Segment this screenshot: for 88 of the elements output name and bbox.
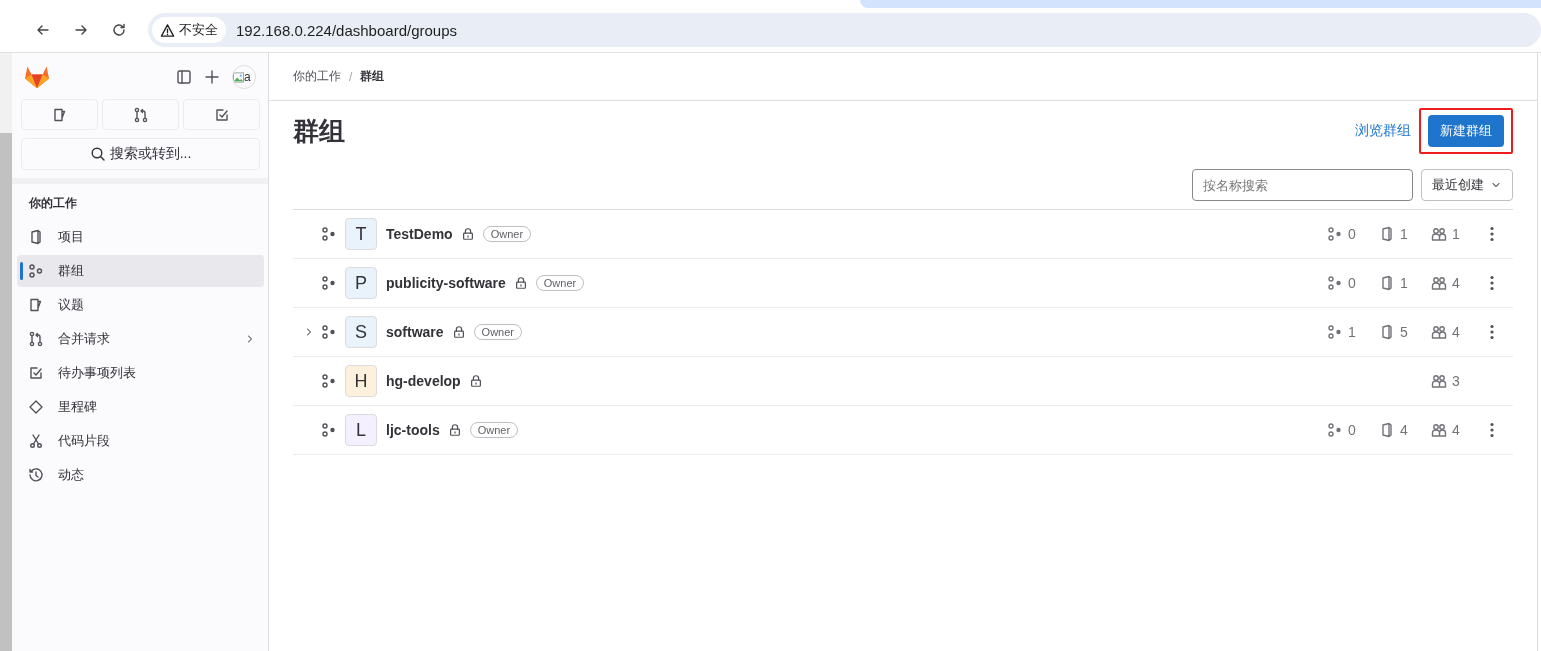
count: 4 bbox=[1400, 422, 1408, 438]
count: 0 bbox=[1348, 226, 1356, 242]
document-icon bbox=[28, 297, 44, 313]
security-chip[interactable]: 不安全 bbox=[152, 17, 226, 43]
issues-button[interactable] bbox=[21, 99, 98, 130]
breadcrumb-separator: / bbox=[349, 69, 353, 84]
project-icon bbox=[1379, 422, 1395, 438]
diamond-icon bbox=[28, 399, 44, 415]
members-icon bbox=[1431, 226, 1447, 242]
section-heading: 你的工作 bbox=[27, 195, 78, 212]
new-group-button[interactable]: 新建群组 bbox=[1428, 115, 1504, 147]
count: 1 bbox=[1400, 275, 1408, 291]
lock-icon bbox=[460, 227, 475, 241]
sidebar-toggle-icon[interactable] bbox=[176, 69, 192, 85]
explore-groups-link[interactable]: 浏览群组 bbox=[1355, 122, 1411, 140]
count: 3 bbox=[1452, 373, 1460, 389]
count: 1 bbox=[1348, 324, 1356, 340]
merge-request-icon bbox=[28, 331, 44, 347]
count: 4 bbox=[1452, 275, 1460, 291]
sort-dropdown[interactable]: 最近创建 bbox=[1421, 169, 1513, 201]
members-icon bbox=[1431, 324, 1447, 340]
scissors-icon bbox=[28, 433, 44, 449]
members-icon bbox=[1431, 373, 1447, 389]
plus-icon[interactable] bbox=[204, 69, 220, 85]
group-name[interactable]: software bbox=[386, 324, 444, 340]
sidebar-item[interactable]: 代码片段 bbox=[17, 425, 264, 457]
project-icon bbox=[1379, 226, 1395, 242]
group-icon bbox=[321, 373, 337, 389]
group-icon bbox=[321, 226, 337, 242]
search-icon bbox=[89, 146, 106, 162]
group-avatar[interactable]: P bbox=[345, 267, 377, 299]
lock-icon bbox=[447, 423, 462, 437]
search-field[interactable]: 按名称搜索 bbox=[1192, 169, 1413, 201]
subgroups-icon bbox=[1327, 422, 1343, 438]
fox-logo-icon[interactable] bbox=[24, 65, 50, 89]
address-bar[interactable]: 不安全 192.168.0.224/dashboard/groups bbox=[148, 13, 1541, 47]
document-icon bbox=[51, 106, 68, 123]
group-avatar[interactable]: H bbox=[345, 365, 377, 397]
group-name[interactable]: TestDemo bbox=[386, 226, 453, 242]
breadcrumb-link[interactable]: 你的工作 bbox=[293, 68, 341, 85]
url-text: 192.168.0.224/dashboard/groups bbox=[236, 21, 457, 39]
page-title: 群组 bbox=[293, 114, 345, 148]
count: 1 bbox=[1400, 226, 1408, 242]
count: 4 bbox=[1452, 324, 1460, 340]
sidebar-item[interactable]: 里程碑 bbox=[17, 391, 264, 423]
merge-request-icon bbox=[132, 106, 149, 123]
group-name[interactable]: ljc-tools bbox=[386, 422, 440, 438]
group-avatar[interactable]: S bbox=[345, 316, 377, 348]
history-icon bbox=[28, 467, 44, 483]
todo-button[interactable] bbox=[183, 99, 260, 130]
group-avatar[interactable]: L bbox=[345, 414, 377, 446]
group-icon bbox=[321, 422, 337, 438]
subgroups-icon bbox=[1327, 324, 1343, 340]
members-icon bbox=[1431, 275, 1447, 291]
breadcrumb-link[interactable]: 群组 bbox=[360, 68, 385, 85]
group-icon bbox=[28, 263, 44, 279]
sidebar-item[interactable]: 合并请求 bbox=[17, 323, 264, 355]
group-icon bbox=[321, 324, 337, 340]
count: 1 bbox=[1452, 226, 1460, 242]
subgroups-icon bbox=[1327, 226, 1343, 242]
sidebar-item[interactable]: 群组 bbox=[17, 255, 264, 287]
scrollbar[interactable] bbox=[0, 53, 12, 651]
checkbox-icon bbox=[28, 365, 44, 381]
checkbox-icon bbox=[213, 106, 230, 123]
sidebar-item[interactable]: 议题 bbox=[17, 289, 264, 321]
security-label: 不安全 bbox=[179, 21, 218, 39]
lock-icon bbox=[513, 276, 528, 290]
subgroups-icon bbox=[1327, 275, 1343, 291]
count: 4 bbox=[1452, 422, 1460, 438]
project-icon bbox=[1379, 324, 1395, 340]
lock-icon bbox=[451, 325, 466, 339]
search-button[interactable]: 搜索或转到... bbox=[21, 138, 260, 170]
count: 5 bbox=[1400, 324, 1408, 340]
group-name[interactable]: hg-develop bbox=[386, 373, 461, 389]
merge-requests-button[interactable] bbox=[102, 99, 179, 130]
project-icon bbox=[1379, 275, 1395, 291]
warning-icon bbox=[160, 22, 175, 38]
sidebar-item[interactable]: 项目 bbox=[17, 221, 264, 253]
book-icon bbox=[28, 229, 44, 245]
count: 0 bbox=[1348, 422, 1356, 438]
members-icon bbox=[1431, 422, 1447, 438]
lock-icon bbox=[468, 374, 483, 388]
sidebar-item[interactable]: 动态 bbox=[17, 459, 264, 491]
group-icon bbox=[321, 275, 337, 291]
group-name[interactable]: publicity-software bbox=[386, 275, 506, 291]
count: 0 bbox=[1348, 275, 1356, 291]
group-avatar[interactable]: T bbox=[345, 218, 377, 250]
sidebar-item[interactable]: 待办事项列表 bbox=[17, 357, 264, 389]
